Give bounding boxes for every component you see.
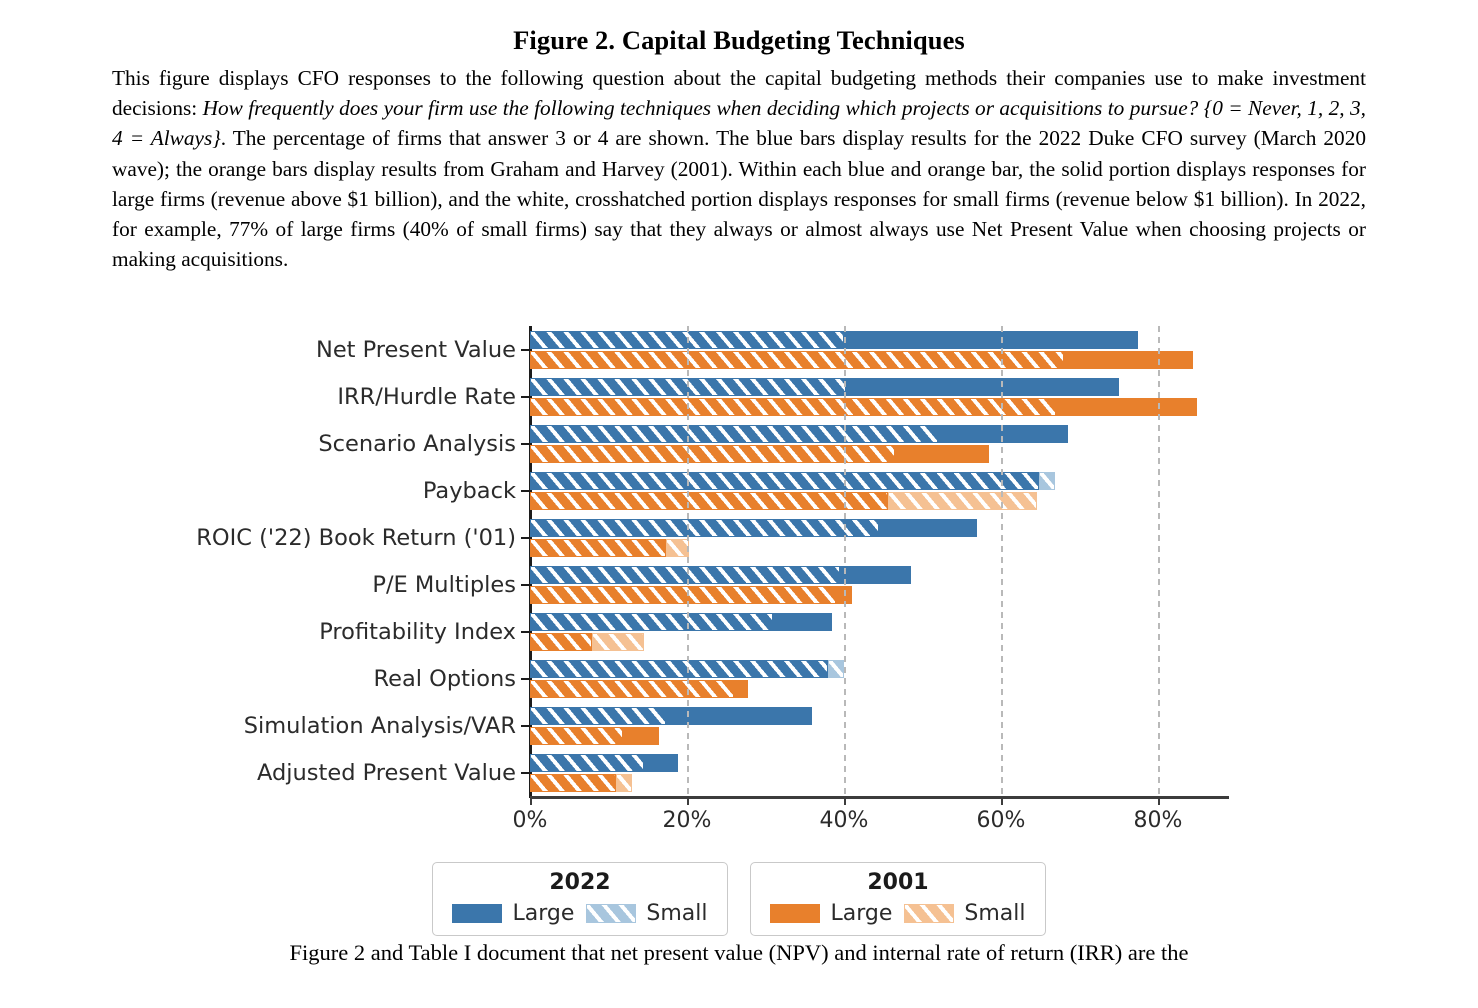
y-axis-tick: [521, 348, 530, 351]
y-axis-category-label: Profitability Index: [319, 618, 516, 645]
legend-group-title: 2001: [867, 870, 929, 895]
legend-label-small: Small: [964, 901, 1026, 926]
figure-title: Figure 2. Capital Budgeting Techniques: [513, 25, 965, 55]
bar-segment-small-2022[interactable]: [530, 753, 644, 772]
bar-segment-small-2001[interactable]: [530, 632, 592, 651]
bar-segment-small-2022[interactable]: [530, 424, 939, 443]
bar-segment-small-2001[interactable]: [530, 679, 735, 698]
bar-segment-small-overflow-2001[interactable]: [665, 538, 689, 557]
bar-segment-large-2001[interactable]: [734, 679, 749, 698]
bar-segment-large-2022[interactable]: [844, 330, 1139, 349]
gridline: [844, 326, 846, 798]
legend-item-2022-large: Large: [452, 901, 574, 926]
y-axis-tick: [521, 536, 530, 539]
y-axis-category-label: Real Options: [373, 665, 516, 692]
y-axis-tick: [521, 583, 530, 586]
x-axis-tick: [844, 796, 846, 805]
bar-segment-small-2022[interactable]: [530, 706, 666, 725]
body-paragraph: Figure 2 and Table I document that net p…: [289, 940, 1189, 965]
legend-label-small: Small: [646, 901, 708, 926]
x-axis-tick: [687, 796, 689, 805]
bar-segment-small-overflow-2001[interactable]: [616, 773, 633, 792]
bar-segment-small-2001[interactable]: [530, 444, 896, 463]
bar-segment-small-2001[interactable]: [530, 773, 617, 792]
legend-group-title: 2022: [549, 870, 611, 895]
y-axis-category-label: P/E Multiples: [372, 571, 516, 598]
legend-label-large: Large: [830, 901, 893, 926]
bar-segment-small-2001[interactable]: [530, 350, 1064, 369]
x-axis-tick: [1158, 796, 1160, 805]
y-axis-tick: [521, 395, 530, 398]
bar-segment-small-2001[interactable]: [530, 585, 837, 604]
bar-segment-small-2001[interactable]: [530, 491, 888, 510]
bar-segment-large-2001[interactable]: [622, 726, 659, 745]
y-axis-tick: [521, 489, 530, 492]
y-axis-tick: [521, 677, 530, 680]
bar-segment-large-2001[interactable]: [1063, 350, 1194, 369]
bar-segment-large-2022[interactable]: [643, 753, 679, 772]
legend-swatch-hatched-blue: [586, 904, 637, 923]
y-axis-category-label: ROIC ('22) Book Return ('01): [196, 524, 516, 551]
x-axis-line: [530, 796, 1229, 799]
y-axis-category-label: Payback: [422, 477, 516, 504]
y-axis-category-label: IRR/Hurdle Rate: [337, 383, 516, 410]
legend-item-2001-small: Small: [904, 901, 1026, 926]
bar-segment-small-2022[interactable]: [530, 565, 841, 584]
legend-group-2022: 2022 Large Small: [432, 862, 728, 936]
bar-segment-large-2022[interactable]: [773, 612, 833, 631]
y-axis-category-label: Net Present Value: [315, 336, 516, 363]
caption-part-2: . The percentage of firms that answer 3 …: [112, 126, 1366, 271]
y-axis-category-label: Simulation Analysis/VAR: [243, 712, 516, 739]
x-axis-tick-label: 40%: [819, 808, 869, 833]
legend-item-2001-large: Large: [770, 901, 892, 926]
legend-label-large: Large: [512, 901, 575, 926]
bar-segment-small-overflow-2022[interactable]: [828, 659, 844, 678]
chart-legend: 2022 Large Small 2001 Large Small: [0, 862, 1478, 936]
x-axis-tick-label: 0%: [512, 808, 548, 833]
legend-swatch-solid-blue: [452, 904, 503, 923]
bar-segment-large-2001[interactable]: [1055, 397, 1198, 416]
gridline: [1158, 326, 1160, 798]
x-axis-tick: [530, 796, 532, 805]
y-axis-tick: [521, 630, 530, 633]
y-axis-tick: [521, 442, 530, 445]
bar-segment-small-overflow-2022[interactable]: [1038, 471, 1056, 490]
x-axis-tick-label: 80%: [1133, 808, 1183, 833]
bar-segment-large-2022[interactable]: [938, 424, 1068, 443]
bar-segment-large-2022[interactable]: [879, 518, 978, 537]
legend-swatch-hatched-orange: [904, 904, 955, 923]
y-axis-tick: [521, 771, 530, 774]
legend-swatch-solid-orange: [770, 904, 821, 923]
x-axis-tick: [1001, 796, 1003, 805]
bar-segment-small-2001[interactable]: [530, 726, 623, 745]
bar-segment-small-2022[interactable]: [530, 659, 829, 678]
bar-segment-small-2022[interactable]: [530, 471, 1039, 490]
legend-group-2001: 2001 Large Small: [750, 862, 1046, 936]
bar-segment-small-overflow-2001[interactable]: [887, 491, 1038, 510]
legend-item-2022-small: Small: [586, 901, 708, 926]
bar-segment-small-2001[interactable]: [530, 397, 1056, 416]
y-axis-tick: [521, 724, 530, 727]
chart: Net Present Value IRR/Hurdle Rate Scenario…: [0, 318, 1478, 858]
y-axis-category-label: Adjusted Present Value: [257, 759, 516, 786]
y-axis-category-label: Scenario Analysis: [318, 430, 516, 457]
figure-caption: This figure displays CFO responses to th…: [112, 63, 1366, 274]
bar-segment-small-overflow-2001[interactable]: [592, 632, 644, 651]
figure-page: Figure 2. Capital Budgeting Techniques T…: [0, 0, 1478, 1008]
bar-segment-large-2001[interactable]: [895, 444, 990, 463]
bar-segment-small-2022[interactable]: [530, 518, 880, 537]
bar-segment-small-2001[interactable]: [530, 538, 666, 557]
x-axis-tick-label: 20%: [662, 808, 712, 833]
gridline: [687, 326, 689, 798]
bar-segment-large-2022[interactable]: [840, 565, 911, 584]
gridline: [1001, 326, 1003, 798]
bar-segment-large-2022[interactable]: [845, 377, 1119, 396]
bar-segment-small-2022[interactable]: [530, 612, 774, 631]
x-axis-tick-label: 60%: [976, 808, 1026, 833]
